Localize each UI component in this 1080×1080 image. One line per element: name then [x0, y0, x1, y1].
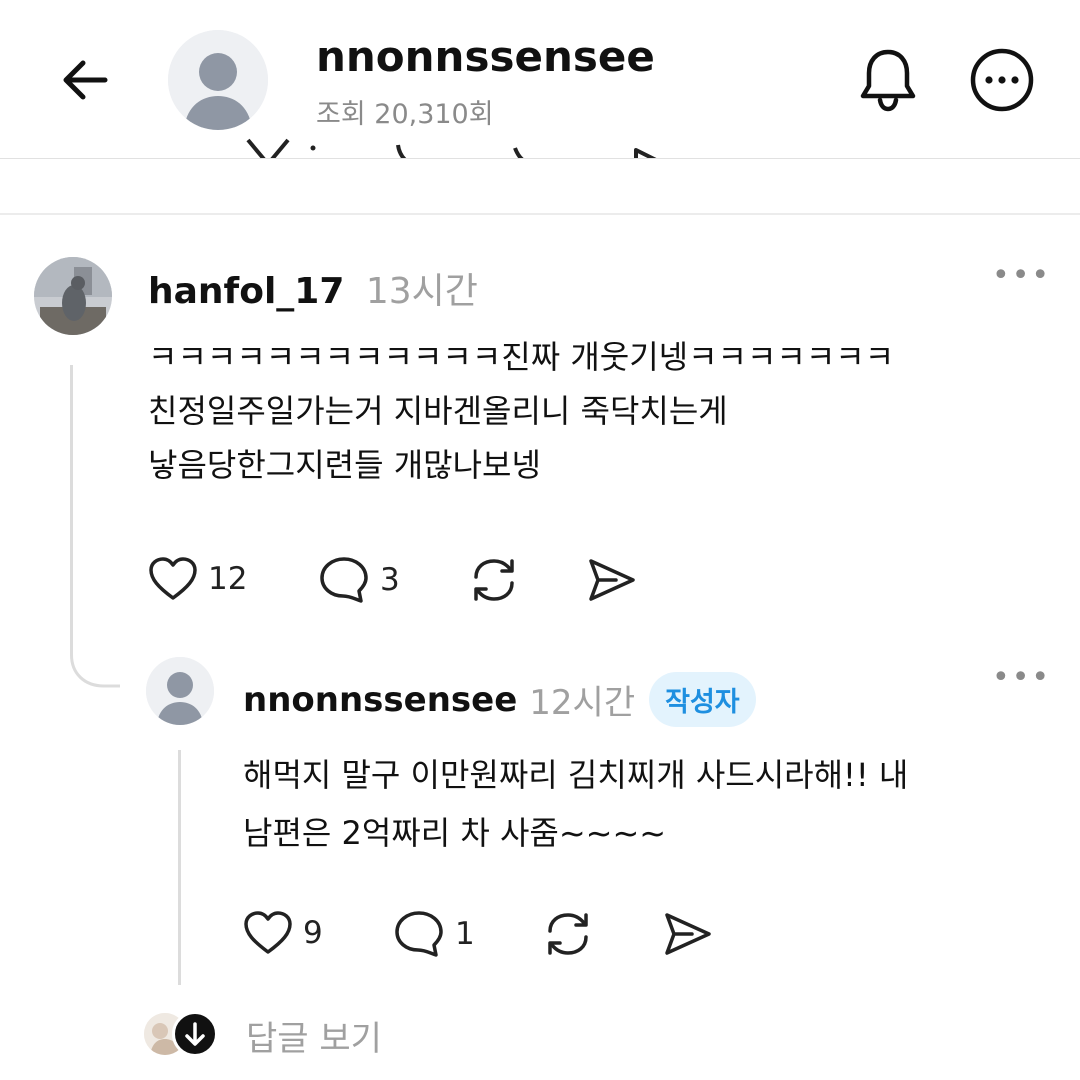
- reply-like-button[interactable]: 9: [243, 910, 323, 956]
- author-badge: 작성자: [649, 672, 756, 727]
- reply-reply-button[interactable]: 1: [393, 909, 475, 959]
- reply-line: 해먹지 말구 이만원짜리 김치찌개 사드시라해!! 내: [243, 756, 909, 794]
- comment-body: ㅋㅋㅋㅋㅋㅋㅋㅋㅋㅋㅋㅋ진짜 개웃기넹ㅋㅋㅋㅋㅋㅋㅋ 친정일주일가는거 지바겐올…: [148, 330, 894, 492]
- header-username[interactable]: nnonnssensee: [316, 32, 655, 81]
- thread-line: [70, 365, 73, 655]
- commenter-username[interactable]: hanfol_17: [148, 271, 344, 312]
- reply-line: 남편은 2억짜리 차 사줌~~~~: [243, 814, 667, 852]
- hidden-post-actions: [0, 120, 1080, 158]
- comment-header: hanfol_17 13시간: [148, 262, 478, 314]
- view-replies-link[interactable]: 답글 보기: [246, 1011, 382, 1060]
- reply-more-icon[interactable]: •••: [992, 660, 1051, 695]
- reply-header: nnonnssensee 12시간 작성자: [243, 672, 756, 727]
- repost-icon[interactable]: [468, 555, 520, 605]
- like-button[interactable]: 12: [148, 556, 247, 602]
- expand-replies-icon[interactable]: [172, 1011, 218, 1057]
- comment-bubble-icon: [395, 911, 443, 957]
- reply-reply-count: 1: [455, 916, 475, 952]
- comment-line: 낳음당한그지련들 개많나보넹: [148, 446, 541, 484]
- repost-icon[interactable]: [542, 909, 594, 959]
- header-avatar[interactable]: [168, 30, 268, 130]
- comment-bubble-icon: [320, 557, 368, 603]
- author-avatar[interactable]: [146, 657, 214, 725]
- comment-time: 13시간: [365, 271, 478, 312]
- heart-icon: [244, 911, 292, 954]
- reply-thread-line: [178, 750, 181, 985]
- like-count: 12: [208, 561, 248, 597]
- comment-more-icon[interactable]: •••: [992, 258, 1051, 293]
- comment-line: 친정일주일가는거 지바겐올리니 죽닥치는게: [148, 392, 728, 430]
- top-bar: nnonnssensee 조회 20,310회: [0, 0, 1080, 159]
- reply-body: 해먹지 말구 이만원짜리 김치찌개 사드시라해!! 내 남편은 2억짜리 차 사…: [243, 746, 908, 862]
- reply-time: 12시간: [529, 683, 636, 723]
- more-circle-icon[interactable]: [968, 46, 1036, 114]
- thread-curve: [70, 640, 120, 688]
- reply-count: 3: [380, 562, 400, 598]
- reply-like-count: 9: [303, 915, 323, 951]
- comment-line: ㅋㅋㅋㅋㅋㅋㅋㅋㅋㅋㅋㅋ진짜 개웃기넹ㅋㅋㅋㅋㅋㅋㅋ: [148, 338, 895, 376]
- bell-icon[interactable]: [856, 46, 920, 114]
- reply-username[interactable]: nnonnssensee: [243, 680, 517, 720]
- commenter-avatar[interactable]: [34, 257, 112, 335]
- reply-button[interactable]: 3: [318, 555, 400, 605]
- share-icon[interactable]: [662, 910, 714, 958]
- arrow-left-icon[interactable]: [55, 50, 115, 110]
- share-icon[interactable]: [586, 556, 638, 604]
- heart-icon: [149, 557, 197, 600]
- section-divider: [0, 213, 1080, 215]
